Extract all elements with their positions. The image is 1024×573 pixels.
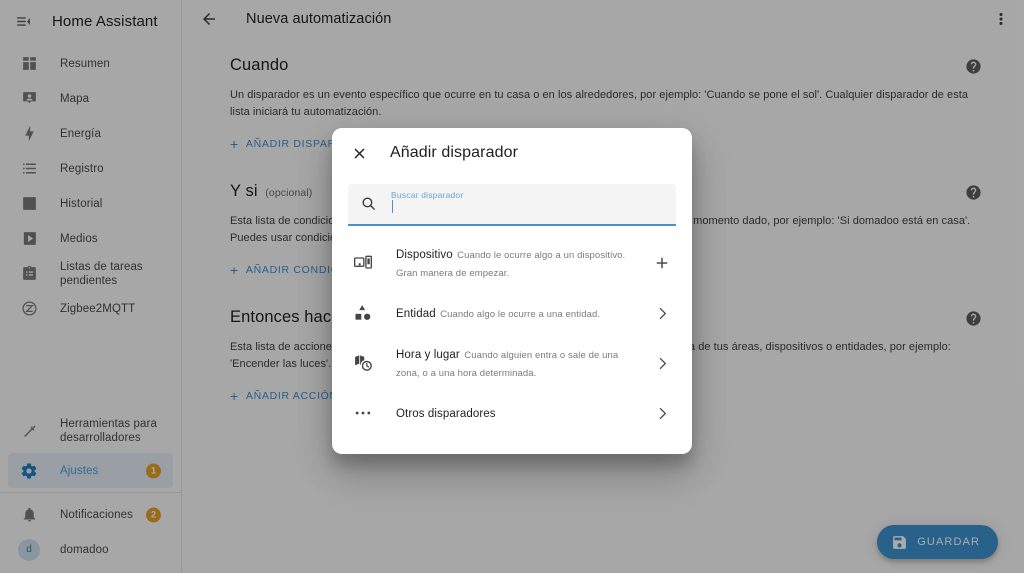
dialog-header: Añadir disparador: [332, 128, 692, 178]
list-item-text: Entidad Cuando algo le ocurre a una enti…: [396, 304, 644, 322]
list-item-title: Otros disparadores: [396, 408, 496, 420]
close-icon[interactable]: [348, 142, 370, 164]
dialog-title: Añadir disparador: [390, 144, 518, 161]
list-item-dispositivo[interactable]: Dispositivo Cuando le ocurre algo a un d…: [332, 238, 692, 288]
chevron-right-icon[interactable]: [652, 403, 672, 423]
list-item-title: Entidad: [396, 308, 436, 320]
list-item-text: Dispositivo Cuando le ocurre algo a un d…: [396, 245, 644, 281]
list-item-text: Otros disparadores: [396, 404, 644, 422]
chevron-right-icon[interactable]: [652, 353, 672, 373]
search-field-inner: Buscar disparador: [391, 184, 664, 224]
list-item-text: Hora y lugar Cuando alguien entra o sale…: [396, 345, 644, 381]
search-input[interactable]: Buscar disparador: [348, 184, 676, 226]
trigger-type-list: Dispositivo Cuando le ocurre algo a un d…: [332, 238, 692, 438]
shape-icon: [352, 302, 374, 324]
dots-horizontal-icon: [352, 402, 374, 424]
list-item-entidad[interactable]: Entidad Cuando algo le ocurre a una enti…: [332, 288, 692, 338]
search-icon: [360, 195, 378, 213]
search-input-label: Buscar disparador: [391, 190, 464, 200]
add-trigger-dialog: Añadir disparador Buscar disparador Disp…: [332, 128, 692, 454]
chevron-right-icon[interactable]: [652, 303, 672, 323]
list-item-title: Hora y lugar: [396, 349, 460, 361]
text-cursor: [392, 200, 393, 213]
list-item-hora-y-lugar[interactable]: Hora y lugar Cuando alguien entra o sale…: [332, 338, 692, 388]
list-item-otros-disparadores[interactable]: Otros disparadores: [332, 388, 692, 438]
devices-icon: [352, 252, 374, 274]
plus-icon[interactable]: [652, 253, 672, 273]
list-item-subtitle: Cuando algo le ocurre a una entidad.: [440, 309, 601, 320]
list-item-title: Dispositivo: [396, 249, 453, 261]
map-clock-icon: [352, 352, 374, 374]
